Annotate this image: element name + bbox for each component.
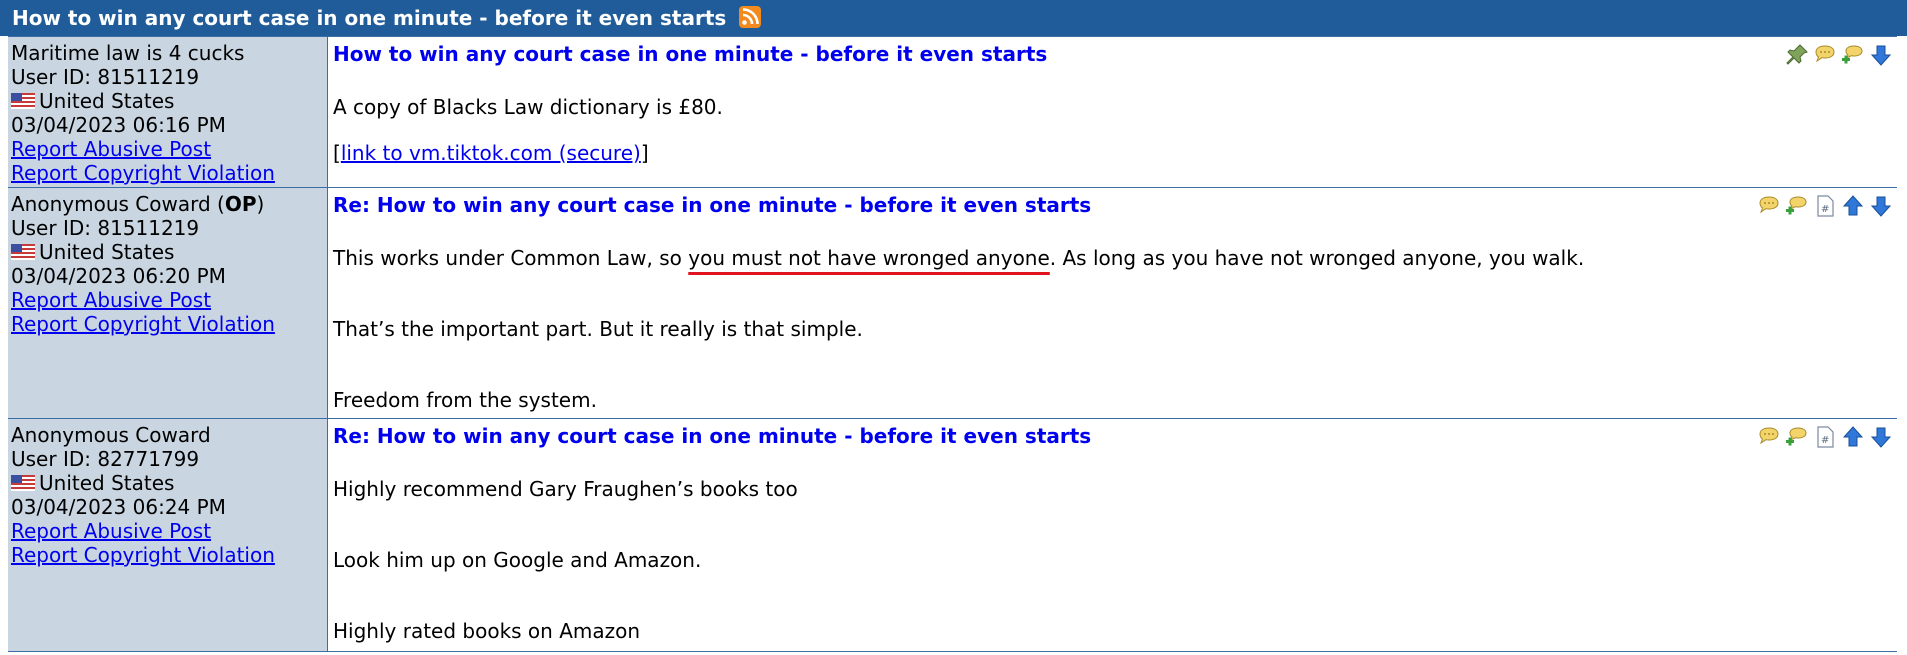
reply-icon[interactable] <box>1757 194 1781 218</box>
highlighted-text: you must not have wronged anyone <box>688 246 1050 270</box>
report-copyright-link[interactable]: Report Copyright Violation <box>11 161 275 185</box>
quote-reply-icon[interactable] <box>1841 43 1865 67</box>
user-id: User ID: 82771799 <box>11 447 200 471</box>
post-1: Maritime law is 4 cucks User ID: 8151121… <box>8 36 1897 187</box>
post-author-panel: Anonymous Coward User ID: 82771799 Unite… <box>8 419 328 651</box>
post-text: Look him up on Google and Amazon. <box>333 548 702 572</box>
divider <box>8 651 1897 652</box>
country: United States <box>11 89 327 113</box>
report-abusive-post-link[interactable]: Report Abusive Post <box>11 137 211 161</box>
up-arrow-icon[interactable] <box>1841 194 1865 218</box>
user-id: User ID: 81511219 <box>11 216 200 240</box>
author-name: Anonymous Coward <box>11 423 211 447</box>
post-content: Re: How to win any court case in one min… <box>328 419 1897 651</box>
us-flag-icon <box>11 93 35 109</box>
author-name: Anonymous Coward (OP) <box>11 192 265 216</box>
post-3: Anonymous Coward User ID: 82771799 Unite… <box>8 418 1897 651</box>
post-actions <box>1785 43 1893 67</box>
report-abusive-post-link[interactable]: Report Abusive Post <box>11 519 211 543</box>
user-id: User ID: 81511219 <box>11 65 200 89</box>
us-flag-icon <box>11 475 35 491</box>
down-arrow-icon[interactable] <box>1869 43 1893 67</box>
post-author-panel: Anonymous Coward (OP) User ID: 81511219 … <box>8 188 328 418</box>
post-link-line: [link to vm.tiktok.com (secure)] <box>333 141 649 165</box>
post-link-icon[interactable] <box>1813 194 1837 218</box>
post-text: A copy of Blacks Law dictionary is £80. <box>333 95 723 119</box>
post-title: How to win any court case in one minute … <box>333 42 1048 66</box>
post-title: Re: How to win any court case in one min… <box>333 193 1092 217</box>
post-datetime: 03/04/2023 06:24 PM <box>11 495 226 519</box>
down-arrow-icon[interactable] <box>1869 194 1893 218</box>
quote-reply-icon[interactable] <box>1785 194 1809 218</box>
post-author-panel: Maritime law is 4 cucks User ID: 8151121… <box>8 37 328 187</box>
reply-icon[interactable] <box>1813 43 1837 67</box>
report-copyright-link[interactable]: Report Copyright Violation <box>11 543 275 567</box>
post-2: Anonymous Coward (OP) User ID: 81511219 … <box>8 187 1897 418</box>
post-text: Highly recommend Gary Fraughen’s books t… <box>333 477 798 501</box>
post-content: How to win any court case in one minute … <box>328 37 1897 187</box>
down-arrow-icon[interactable] <box>1869 425 1893 449</box>
op-badge: OP <box>224 192 257 216</box>
post-text: That’s the important part. But it really… <box>333 317 863 341</box>
country: United States <box>11 471 327 495</box>
author-name: Maritime law is 4 cucks <box>11 41 245 65</box>
tiktok-link[interactable]: link to vm.tiktok.com (secure) <box>341 141 641 165</box>
thread-header: How to win any court case in one minute … <box>0 0 1907 36</box>
reply-icon[interactable] <box>1757 425 1781 449</box>
report-abusive-post-link[interactable]: Report Abusive Post <box>11 288 211 312</box>
thread-title: How to win any court case in one minute … <box>12 6 727 30</box>
post-text: Highly rated books on Amazon <box>333 619 641 643</box>
post-content: Re: How to win any court case in one min… <box>328 188 1897 418</box>
post-actions <box>1757 194 1893 218</box>
country: United States <box>11 240 327 264</box>
post-actions <box>1757 425 1893 449</box>
post-link-icon[interactable] <box>1813 425 1837 449</box>
pin-icon[interactable] <box>1785 43 1809 67</box>
post-text: This works under Common Law, so you must… <box>333 246 1585 270</box>
post-title: Re: How to win any court case in one min… <box>333 424 1092 448</box>
post-text: Freedom from the system. <box>333 388 597 412</box>
us-flag-icon <box>11 244 35 260</box>
report-copyright-link[interactable]: Report Copyright Violation <box>11 312 275 336</box>
rss-icon[interactable] <box>739 6 762 28</box>
post-datetime: 03/04/2023 06:20 PM <box>11 264 226 288</box>
post-datetime: 03/04/2023 06:16 PM <box>11 113 226 137</box>
up-arrow-icon[interactable] <box>1841 425 1865 449</box>
quote-reply-icon[interactable] <box>1785 425 1809 449</box>
